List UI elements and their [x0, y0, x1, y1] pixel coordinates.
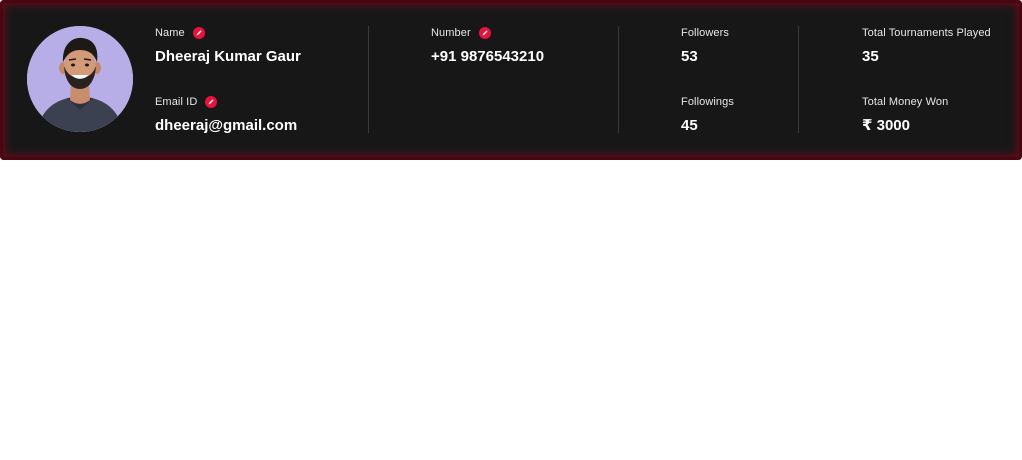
- email-value: dheeraj@gmail.com: [155, 117, 298, 134]
- tournaments-value: 35: [862, 48, 879, 65]
- followers-stat: Followers 53: [681, 26, 729, 67]
- followings-label: Followings: [681, 96, 734, 108]
- email-field: Email ID dheeraj@gmail.com: [155, 95, 297, 136]
- divider: [798, 26, 799, 133]
- followings-stat: Followings 45: [681, 95, 734, 136]
- divider: [368, 26, 369, 133]
- followings-value: 45: [681, 117, 698, 134]
- email-label: Email ID: [155, 96, 198, 108]
- number-value: +91 9876543210: [431, 48, 545, 65]
- name-field: Name Dheeraj Kumar Gaur: [155, 26, 301, 67]
- money-won-label: Total Money Won: [862, 96, 949, 108]
- edit-name-pencil-icon[interactable]: [192, 27, 205, 39]
- money-won-stat: Total Money Won ₹ 3000: [862, 95, 948, 136]
- money-won-value: ₹ 3000: [862, 117, 910, 134]
- profile-card: Name Dheeraj Kumar Gaur Email ID dheeraj…: [0, 0, 1022, 160]
- followers-value: 53: [681, 48, 698, 65]
- name-value: Dheeraj Kumar Gaur: [155, 48, 301, 65]
- edit-email-pencil-icon[interactable]: [205, 96, 218, 108]
- name-label: Name: [155, 27, 185, 39]
- edit-number-pencil-icon[interactable]: [478, 27, 491, 39]
- followers-label: Followers: [681, 27, 729, 39]
- tournaments-label: Total Tournaments Played: [862, 27, 991, 39]
- avatar: [27, 26, 133, 132]
- number-label: Number: [431, 27, 471, 39]
- number-field: Number +91 9876543210: [431, 26, 544, 67]
- divider: [618, 26, 619, 133]
- tournaments-stat: Total Tournaments Played 35: [862, 26, 991, 67]
